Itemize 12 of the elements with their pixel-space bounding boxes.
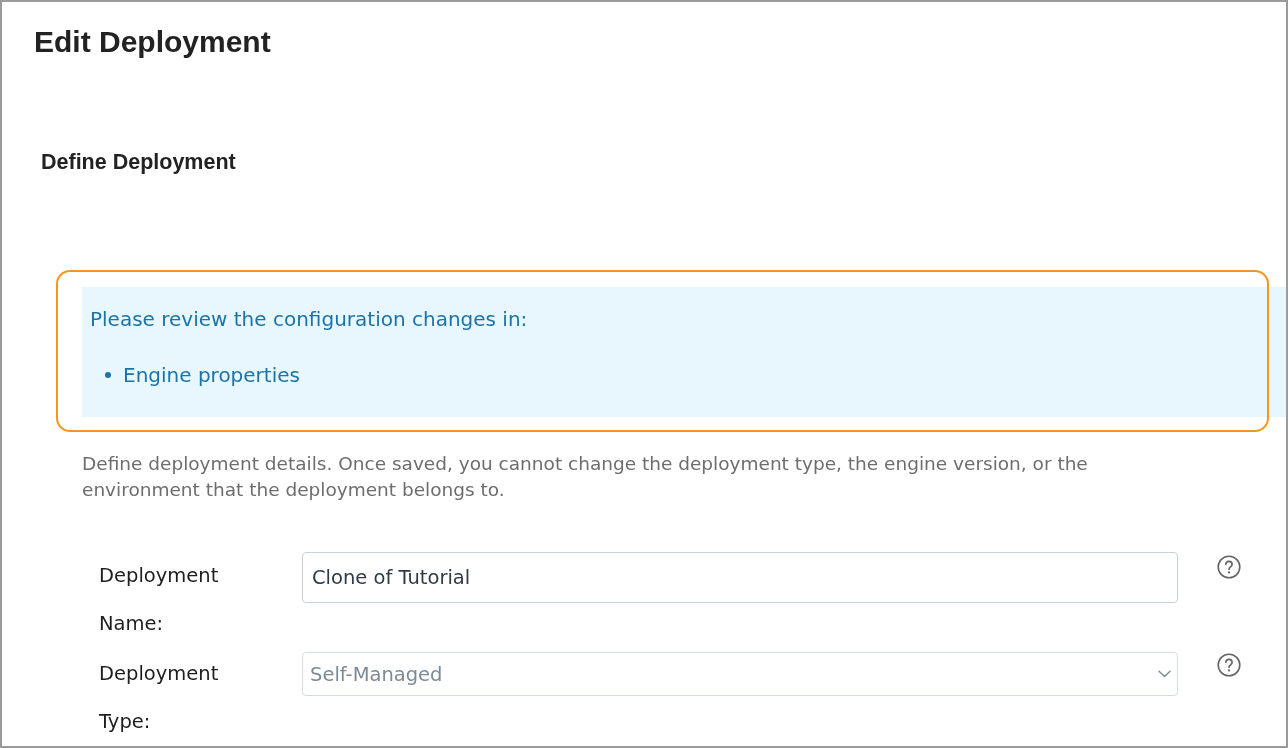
bullet-icon (105, 372, 111, 378)
notice-message: Please review the configuration changes in: (90, 306, 528, 332)
chevron-down-icon (1158, 670, 1171, 678)
notice-item: Engine properties (123, 362, 300, 388)
select-field: Self-Managed (302, 652, 1178, 696)
field-label: Deployment Name: (99, 563, 220, 637)
help-icon[interactable] (1217, 555, 1241, 579)
description-text: Define deployment details. Once saved, you cannot change the deployment type, the engine version, or the environment that the deployment belongs to. (82, 452, 1089, 502)
text-field[interactable]: Clone of Tutorial (302, 552, 1178, 603)
field-label: Deployment Type: (99, 661, 220, 735)
section-title: Define Deployment (41, 150, 236, 174)
page-title: Edit Deployment (34, 24, 271, 60)
